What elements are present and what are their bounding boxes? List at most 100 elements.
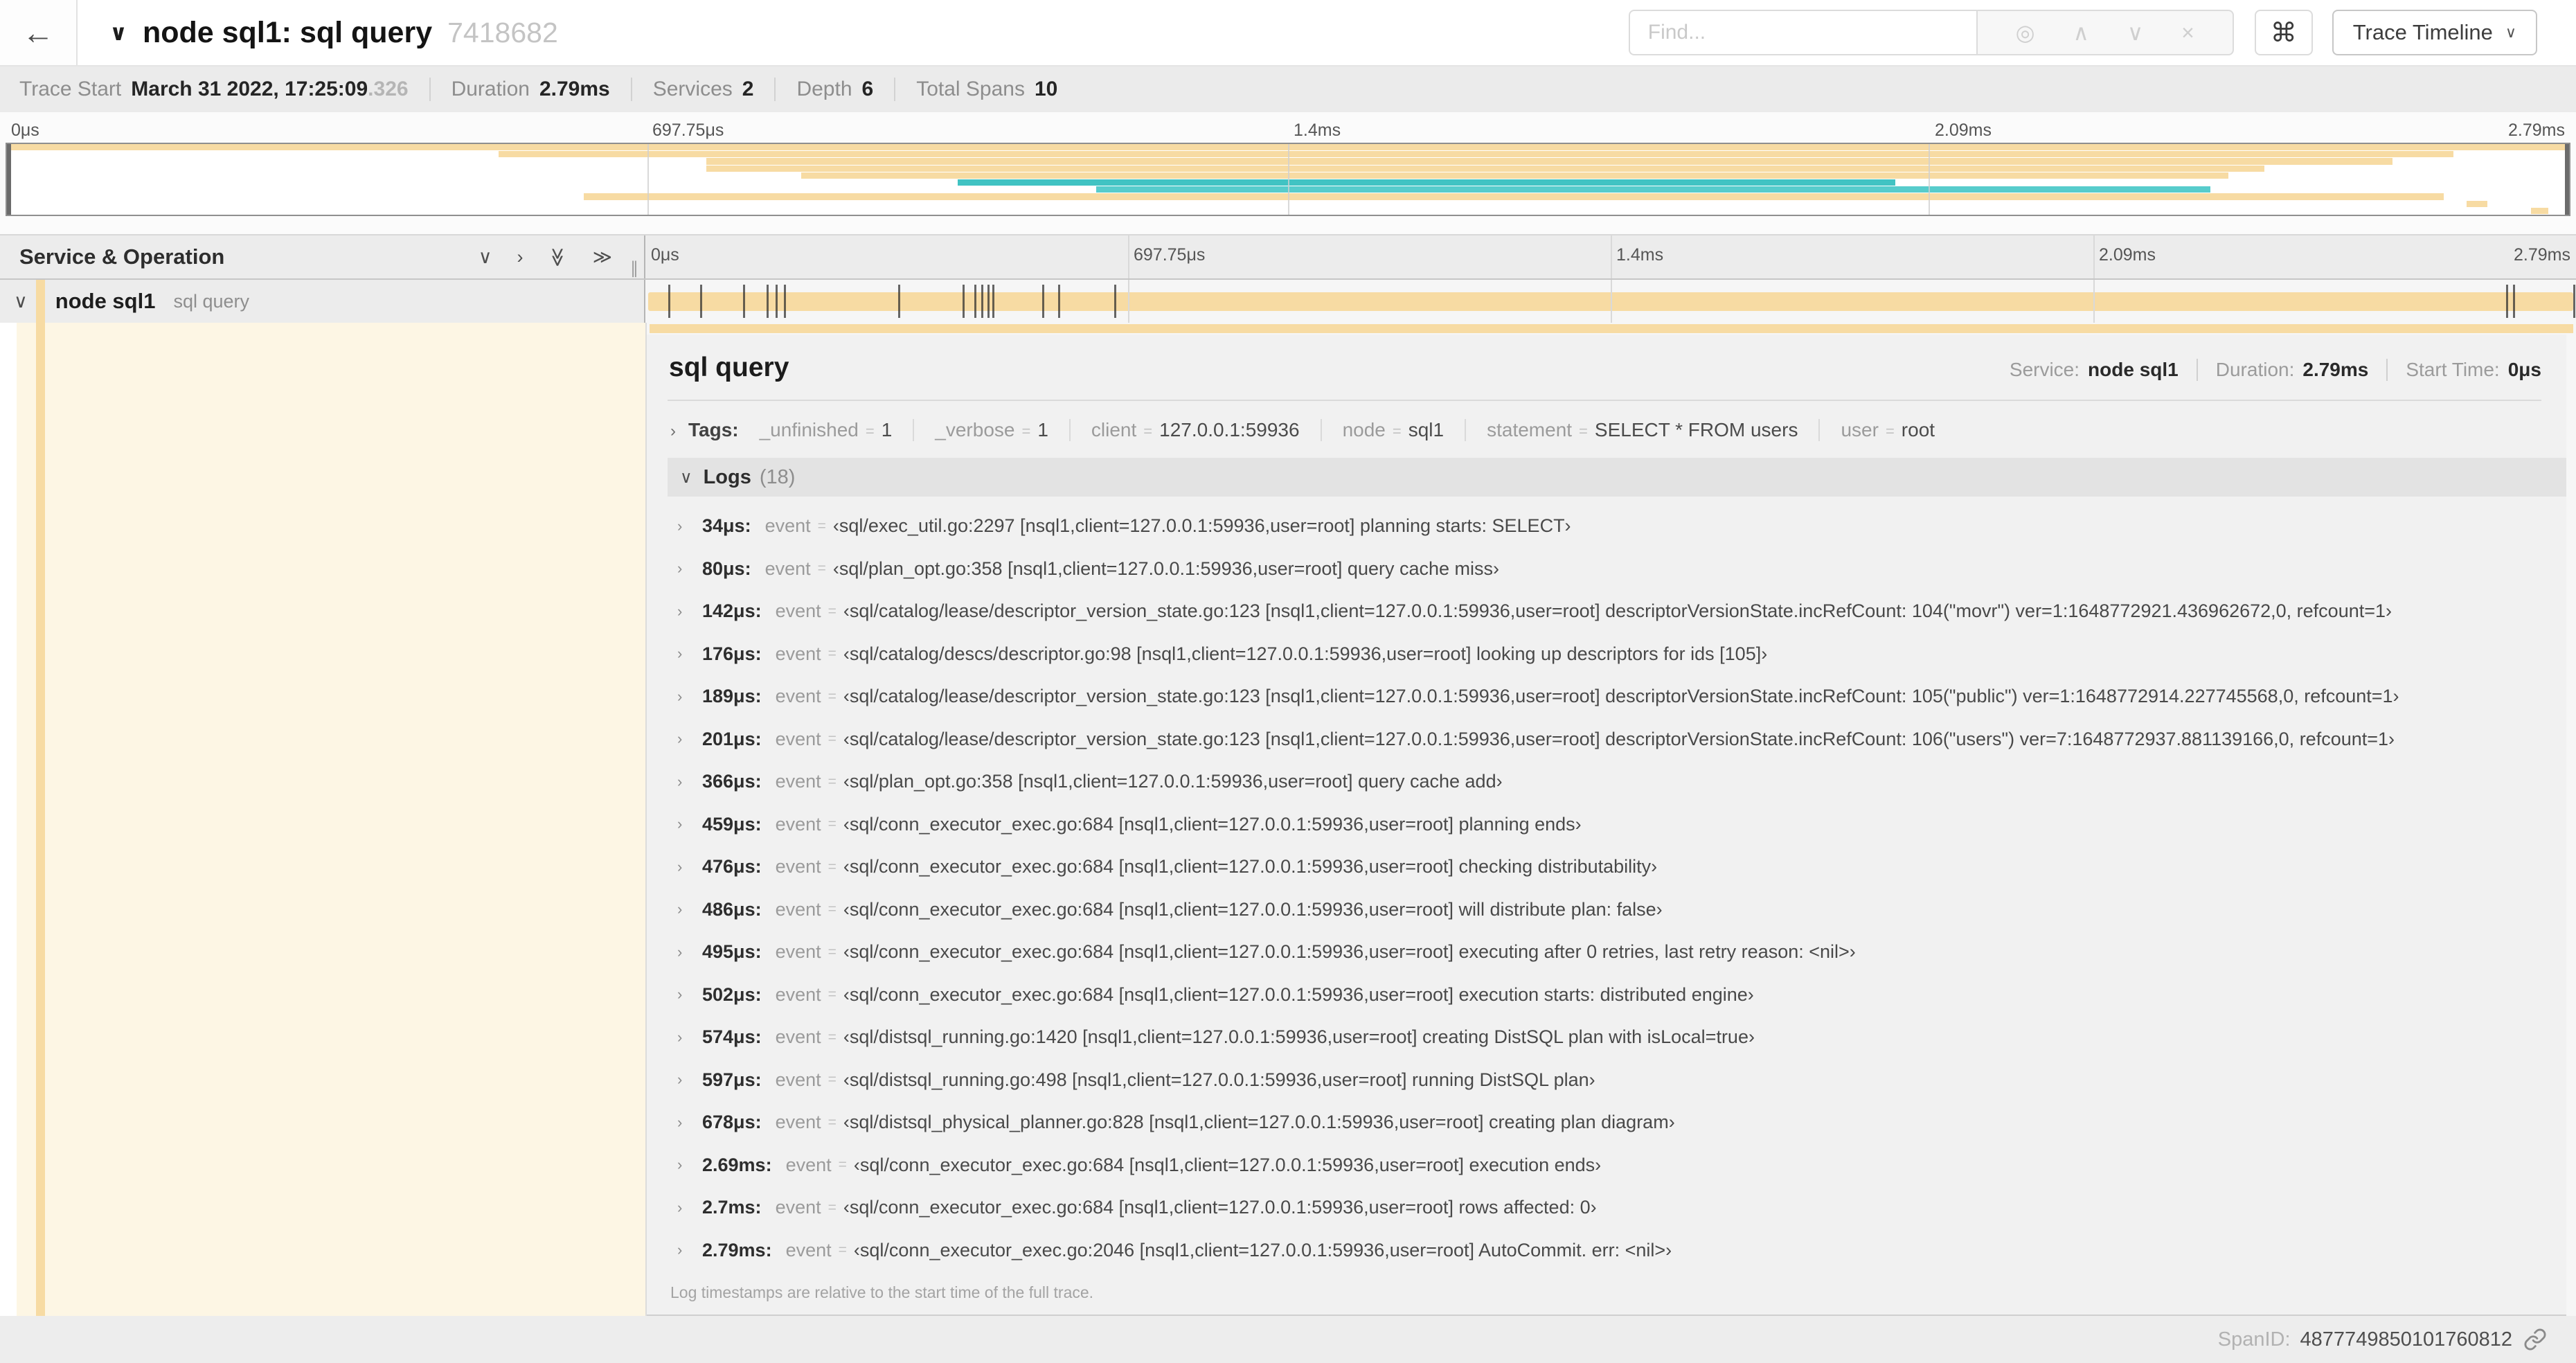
log-timestamp: 2.69ms: — [702, 1154, 772, 1175]
log-row[interactable]: › 678μs: event = ‹sql/distsql_physical_p… — [677, 1101, 2566, 1144]
find-input[interactable] — [1628, 10, 1976, 55]
equals-sign: = — [828, 901, 837, 918]
logs-count: (18) — [759, 465, 796, 488]
view-selector-button[interactable]: Trace Timeline ∨ — [2332, 10, 2537, 55]
expand-icon[interactable]: › — [677, 1071, 694, 1089]
log-timestamp: 176μs: — [702, 643, 762, 664]
expand-icon[interactable]: › — [677, 858, 694, 876]
tags-row[interactable]: › Tags: _unfinished = 1 _verbose = 1 cli… — [668, 401, 2566, 448]
trace-collapse-icon[interactable]: ∨ — [109, 19, 127, 46]
log-row[interactable]: › 201μs: event = ‹sql/catalog/lease/desc… — [677, 718, 2566, 761]
log-timestamp: 574μs: — [702, 1026, 762, 1048]
log-row[interactable]: › 2.79ms: event = ‹sql/conn_executor_exe… — [677, 1229, 2566, 1272]
span-row-name-cell[interactable]: ∨ node sql1 sql query — [0, 280, 645, 323]
tag-key: statement — [1487, 419, 1573, 440]
expand-icon[interactable]: › — [677, 603, 694, 621]
selected-span-bar[interactable] — [650, 324, 2573, 333]
axis-tick-label: 1.4ms — [1294, 121, 1341, 140]
axis-tick-label: 2.09ms — [2099, 245, 2156, 265]
log-row[interactable]: › 2.7ms: event = ‹sql/conn_executor_exec… — [677, 1186, 2566, 1229]
log-marker-tick — [775, 285, 778, 318]
timeline-header: Service & Operation ∨ › ≫ ≫ ∥ 0μs 697.75μ… — [0, 234, 2576, 280]
logs-section: ∨ Logs (18) › 34μs: event = ‹sql/exec_ut… — [668, 458, 2566, 1315]
log-field-key: event — [775, 686, 821, 707]
log-field-value: ‹sql/conn_executor_exec.go:684 [nsql1,cl… — [843, 856, 1658, 878]
keyboard-shortcuts-button[interactable]: ⌘ — [2254, 10, 2313, 55]
expand-icon[interactable]: › — [677, 1114, 694, 1132]
tag-value: 1 — [881, 419, 893, 440]
span-row[interactable]: ∨ node sql1 sql query — [0, 280, 2576, 323]
expand-icon[interactable]: › — [677, 688, 694, 706]
expand-icon[interactable]: › — [677, 815, 694, 833]
equals-sign: = — [828, 1199, 837, 1215]
log-field-value: ‹sql/catalog/descs/descriptor.go:98 [nsq… — [843, 643, 1768, 664]
next-match-icon[interactable]: ∨ — [2127, 19, 2143, 46]
log-field-value: ‹sql/plan_opt.go:358 [nsql1,client=127.0… — [843, 771, 1503, 792]
log-row[interactable]: › 34μs: event = ‹sql/exec_util.go:2297 [… — [677, 505, 2566, 548]
log-timestamp: 597μs: — [702, 1069, 762, 1090]
expand-icon[interactable]: › — [677, 1199, 694, 1217]
expand-icon[interactable]: › — [677, 645, 694, 663]
axis-tick-label: 2.09ms — [1935, 121, 1992, 140]
back-button[interactable]: ← — [0, 0, 78, 65]
view-selector-label: Trace Timeline — [2352, 20, 2493, 44]
equals-sign: = — [828, 1114, 837, 1130]
collapse-all-icon[interactable]: ≫ — [547, 247, 569, 267]
equals-sign: = — [1579, 422, 1588, 440]
left-gutter — [0, 323, 17, 1316]
log-field-value: ‹sql/conn_executor_exec.go:684 [nsql1,cl… — [853, 1154, 1602, 1175]
column-resizer-grip[interactable]: ∥ — [630, 258, 638, 278]
log-field-value: ‹sql/conn_executor_exec.go:684 [nsql1,cl… — [843, 983, 1754, 1005]
range-handle-left[interactable] — [7, 144, 11, 215]
expand-icon[interactable]: › — [677, 986, 694, 1004]
log-field-key: event — [775, 643, 821, 664]
prev-match-icon[interactable]: ∧ — [2073, 19, 2088, 46]
axis-tick-label: 697.75μs — [652, 121, 724, 140]
expand-one-icon[interactable]: › — [517, 247, 523, 268]
expand-icon[interactable]: › — [677, 1241, 694, 1259]
logs-header[interactable]: ∨ Logs (18) — [668, 458, 2566, 497]
log-row[interactable]: › 2.69ms: event = ‹sql/conn_executor_exe… — [677, 1144, 2566, 1187]
expand-all-icon[interactable]: ≫ — [593, 247, 612, 268]
expand-icon[interactable]: › — [677, 517, 694, 535]
equals-sign: = — [838, 1157, 847, 1173]
log-row[interactable]: › 574μs: event = ‹sql/distsql_running.go… — [677, 1016, 2566, 1059]
gridline — [1611, 235, 1612, 278]
expand-icon[interactable]: › — [677, 730, 694, 748]
expand-icon[interactable]: › — [677, 1028, 694, 1046]
log-row[interactable]: › 476μs: event = ‹sql/conn_executor_exec… — [677, 846, 2566, 889]
summary-value: March 31 2022, 17:25:09 — [131, 78, 368, 100]
log-row[interactable]: › 495μs: event = ‹sql/conn_executor_exec… — [677, 931, 2566, 974]
collapse-icon[interactable]: ∨ — [680, 467, 692, 488]
expand-icon[interactable]: › — [677, 773, 694, 791]
log-row[interactable]: › 459μs: event = ‹sql/conn_executor_exec… — [677, 803, 2566, 846]
log-row[interactable]: › 189μs: event = ‹sql/catalog/lease/desc… — [677, 675, 2566, 718]
match-target-icon[interactable]: ◎ — [2016, 19, 2035, 46]
expand-icon[interactable]: › — [677, 1156, 694, 1174]
log-row[interactable]: › 366μs: event = ‹sql/plan_opt.go:358 [n… — [677, 760, 2566, 803]
minimap-canvas[interactable] — [6, 143, 2570, 216]
log-row[interactable]: › 597μs: event = ‹sql/distsql_running.go… — [677, 1059, 2566, 1102]
span-detail-area: sql query Service: node sql1 Duration: 2… — [0, 323, 2576, 1316]
equals-sign: = — [828, 603, 837, 619]
link-icon[interactable] — [2523, 1328, 2547, 1351]
log-field-value: ‹sql/conn_executor_exec.go:684 [nsql1,cl… — [843, 813, 1582, 835]
log-row[interactable]: › 502μs: event = ‹sql/conn_executor_exec… — [677, 974, 2566, 1017]
expand-icon[interactable]: › — [670, 422, 676, 441]
expand-icon[interactable]: › — [677, 943, 694, 961]
span-collapse-icon[interactable]: ∨ — [14, 291, 28, 312]
tag-item: client = 127.0.0.1:59936 — [1068, 419, 1300, 441]
log-row[interactable]: › 80μs: event = ‹sql/plan_opt.go:358 [ns… — [677, 548, 2566, 591]
clear-search-icon[interactable]: × — [2181, 20, 2194, 46]
log-row[interactable]: › 486μs: event = ‹sql/conn_executor_exec… — [677, 889, 2566, 932]
span-meta: Service: node sql1 Duration: 2.79ms Star… — [2010, 359, 2541, 381]
range-handle-right[interactable] — [2565, 144, 2569, 215]
expand-icon[interactable]: › — [677, 900, 694, 918]
expand-icon[interactable]: › — [677, 560, 694, 578]
gridline — [647, 144, 649, 215]
log-row[interactable]: › 176μs: event = ‹sql/catalog/descs/desc… — [677, 633, 2566, 676]
collapse-one-icon[interactable]: ∨ — [478, 247, 492, 268]
minimap-axis: 0μs 697.75μs 1.4ms 2.09ms 2.79ms — [6, 112, 2570, 143]
log-row[interactable]: › 142μs: event = ‹sql/catalog/lease/desc… — [677, 590, 2566, 633]
span-id-strip: SpanID: 4877749850101760812 — [0, 1316, 2576, 1363]
